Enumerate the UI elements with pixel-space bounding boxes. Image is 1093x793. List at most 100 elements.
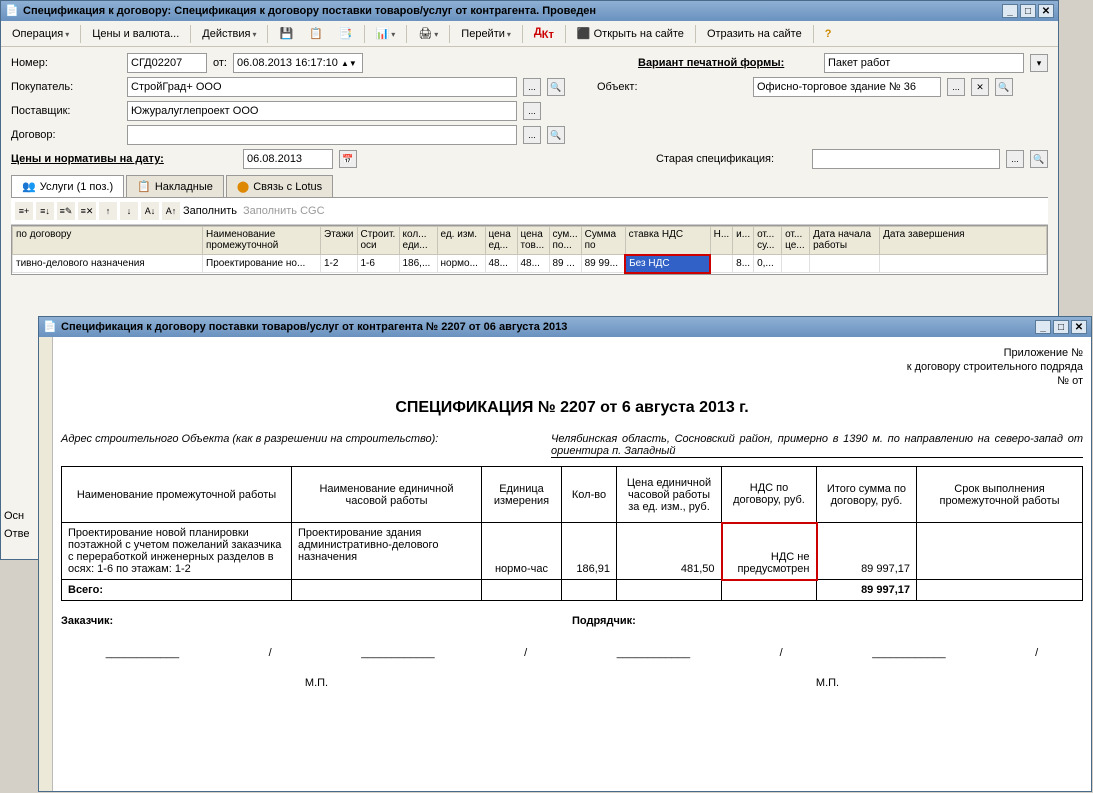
bottom-labels: Осн Отве <box>4 510 29 540</box>
col-qty[interactable]: кол... еди... <box>399 227 437 255</box>
tab-services[interactable]: 👥Услуги (1 поз.) <box>11 175 124 197</box>
address-value: Челябинская область, Сосновский район, п… <box>551 433 1083 458</box>
appendix-no: Приложение № <box>61 347 1083 359</box>
titlebar-2: 📄 Спецификация к договору поставки товар… <box>39 317 1091 337</box>
buyer-choose[interactable]: ... <box>523 78 541 96</box>
reflect-site-button[interactable]: Отразить на сайте <box>700 25 809 43</box>
variant-select[interactable]: Пакет работ <box>824 53 1024 73</box>
sort-desc-icon[interactable]: A↑ <box>162 202 180 220</box>
tab-lotus[interactable]: ⬤Связь с Lotus <box>226 175 333 197</box>
open-site-button[interactable]: ⬛ Открыть на сайте <box>570 24 691 43</box>
tb-icon-2[interactable]: 📋 <box>302 24 330 43</box>
tb-icon-1[interactable]: 💾 <box>272 24 300 43</box>
variant-drop[interactable]: ▾ <box>1030 54 1048 72</box>
col-contract[interactable]: по договору <box>13 227 203 255</box>
norm-date-input[interactable]: 06.08.2013 <box>243 149 333 169</box>
object-input[interactable]: Офисно-торговое здание № 36 <box>753 77 941 97</box>
buyer-input[interactable]: СтройГрад+ ООО <box>127 77 517 97</box>
close-button-2[interactable]: ✕ <box>1071 320 1087 334</box>
fill-menu[interactable]: Заполнить <box>183 205 237 217</box>
delete-row-icon[interactable]: ≡✕ <box>78 202 96 220</box>
col-ce[interactable]: от... це... <box>782 227 810 255</box>
mp-customer: М.П. <box>61 677 572 689</box>
help-button[interactable]: ? <box>818 25 839 43</box>
col-sum[interactable]: сум... по... <box>549 227 581 255</box>
tb-icon-3[interactable]: 📑 <box>332 24 360 43</box>
app-icon: 📄 <box>5 4 19 18</box>
object-choose[interactable]: ... <box>947 78 965 96</box>
minimize-button[interactable]: _ <box>1002 4 1018 18</box>
no-from: № от <box>61 375 1083 387</box>
col-price-ed[interactable]: цена ед... <box>485 227 517 255</box>
number-input[interactable]: СГД02207 <box>127 53 207 73</box>
col-i[interactable]: и... <box>733 227 754 255</box>
col-floors[interactable]: Этажи <box>321 227 358 255</box>
col-vat[interactable]: ставка НДС <box>625 227 710 255</box>
grid-toolbar: ≡+ ≡↓ ≡✎ ≡✕ ↑ ↓ A↓ A↑ Заполнить Заполнит… <box>11 198 1048 225</box>
col-sum-po[interactable]: Сумма по <box>581 227 625 255</box>
prices-button[interactable]: Цены и валюта... <box>85 25 186 43</box>
number-label: Номер: <box>11 57 121 69</box>
tab-strip: 👥Услуги (1 поз.) 📋Накладные ⬤Связь с Lot… <box>11 175 1048 198</box>
move-up-icon[interactable]: ↑ <box>99 202 117 220</box>
supplier-label: Поставщик: <box>11 105 121 117</box>
object-clear[interactable]: ✕ <box>971 78 989 96</box>
sort-asc-icon[interactable]: A↓ <box>141 202 159 220</box>
form-area: Номер: СГД02207 от: 06.08.2013 16:17:10 … <box>1 47 1058 281</box>
buyer-search[interactable]: 🔍 <box>547 78 565 96</box>
old-spec-search[interactable]: 🔍 <box>1030 150 1048 168</box>
col-n[interactable]: Н... <box>710 227 733 255</box>
date-input[interactable]: 06.08.2013 16:17:10 ▲▼ <box>233 53 363 73</box>
window-title-2: Спецификация к договору поставки товаров… <box>61 321 1035 333</box>
old-spec-choose[interactable]: ... <box>1006 150 1024 168</box>
col-axes[interactable]: Строит. оси <box>357 227 399 255</box>
norm-label: Цены и нормативы на дату: <box>11 153 221 165</box>
spec-row: Проектирование новой планировки поэтажно… <box>62 523 1083 580</box>
ruler-v <box>39 337 53 791</box>
app-icon-2: 📄 <box>43 320 57 334</box>
col-start[interactable]: Дата начала работы <box>810 227 880 255</box>
maximize-button-2[interactable]: □ <box>1053 320 1069 334</box>
col-ot[interactable]: от... су... <box>754 227 782 255</box>
col-price-tov[interactable]: цена тов... <box>517 227 549 255</box>
vat-doc-cell: НДС не предусмотрен <box>722 523 817 580</box>
supplier-choose[interactable]: ... <box>523 102 541 120</box>
services-grid[interactable]: по договору Наименование промежуточной Э… <box>11 225 1048 275</box>
maximize-button[interactable]: □ <box>1020 4 1036 18</box>
operation-menu[interactable]: Операция <box>5 25 76 43</box>
tb-icon-4[interactable]: 📊 <box>369 24 403 43</box>
old-spec-input[interactable] <box>812 149 1000 169</box>
titlebar: 📄 Спецификация к договору: Спецификация … <box>1 1 1058 21</box>
close-button[interactable]: ✕ <box>1038 4 1054 18</box>
contract-choose[interactable]: ... <box>523 126 541 144</box>
tb-icon-dk[interactable]: ДКт <box>527 23 561 44</box>
col-inter-name[interactable]: Наименование промежуточной <box>203 227 321 255</box>
address-label: Адрес строительного Объекта (как в разре… <box>61 433 551 458</box>
to-contract: к договору строительного подряда <box>61 361 1083 373</box>
signatures: Заказчик: ____________/____________/ М.П… <box>61 615 1083 689</box>
vat-cell: Без НДС <box>625 255 710 273</box>
tb-icon-5[interactable]: 🖨 <box>411 24 445 43</box>
document-area: Приложение № к договору строительного по… <box>53 337 1091 791</box>
supplier-input[interactable]: Южуралуглепроект ООО <box>127 101 517 121</box>
col-end[interactable]: Дата завершения <box>880 227 1047 255</box>
object-label: Объект: <box>597 81 747 93</box>
norm-date-btn[interactable]: 📅 <box>339 150 357 168</box>
tab-invoices[interactable]: 📋Накладные <box>126 175 224 197</box>
variant-label: Вариант печатной формы: <box>638 57 818 69</box>
add-row-icon[interactable]: ≡+ <box>15 202 33 220</box>
edit-row-icon[interactable]: ≡✎ <box>57 202 75 220</box>
move-down-icon[interactable]: ↓ <box>120 202 138 220</box>
minimize-button-2[interactable]: _ <box>1035 320 1051 334</box>
customer-label: Заказчик: <box>61 615 572 627</box>
contract-input[interactable] <box>127 125 517 145</box>
doc-title: СПЕЦИФИКАЦИЯ № 2207 от 6 августа 2013 г. <box>61 399 1083 417</box>
object-search[interactable]: 🔍 <box>995 78 1013 96</box>
goto-menu[interactable]: Перейти <box>454 25 518 43</box>
table-row[interactable]: тивно-делового назначения Проектирование… <box>13 255 1047 273</box>
contract-search[interactable]: 🔍 <box>547 126 565 144</box>
spec-table: Наименование промежуточной работы Наимен… <box>61 466 1083 601</box>
col-unit[interactable]: ед. изм. <box>437 227 485 255</box>
add-copy-icon[interactable]: ≡↓ <box>36 202 54 220</box>
actions-menu[interactable]: Действия <box>195 25 263 43</box>
